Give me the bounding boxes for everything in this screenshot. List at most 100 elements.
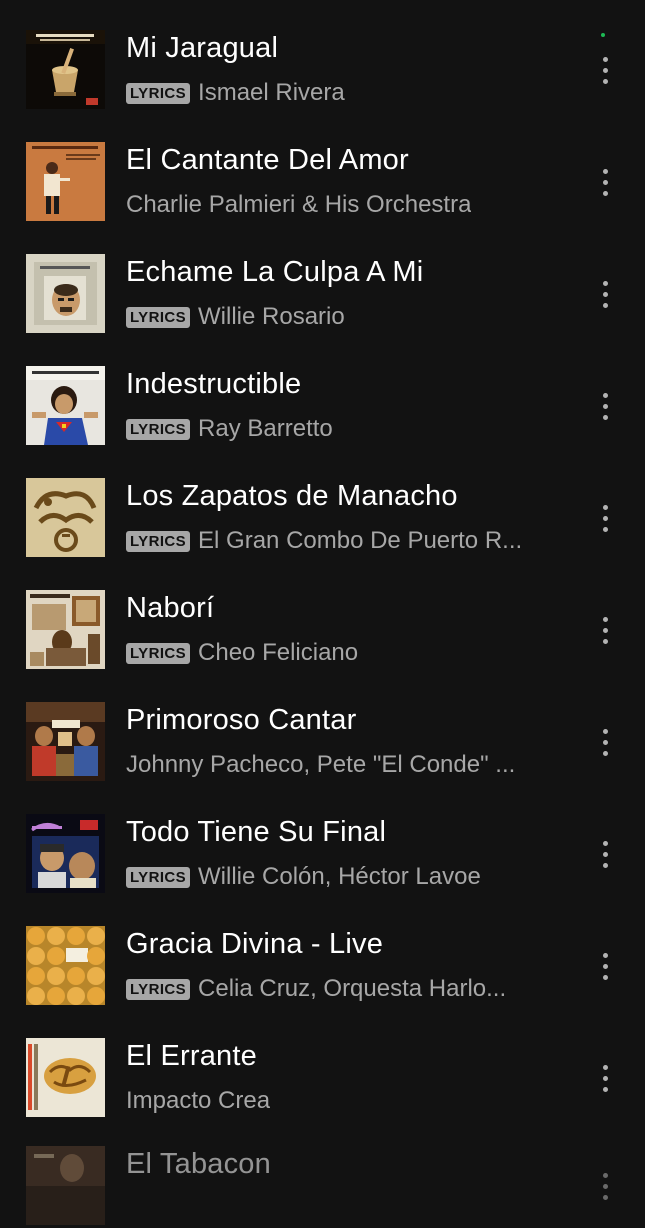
track-artist[interactable]: Johnny Pacheco, Pete "El Conde" ... <box>126 750 515 780</box>
track-title: El Tabacon <box>126 1148 271 1180</box>
track-title: Naborí <box>126 592 215 624</box>
dot <box>602 414 608 420</box>
album-cover-echame-la-culpa-icon <box>26 254 105 333</box>
dot <box>602 616 608 622</box>
track-subtitle: Charlie Palmieri & His Orchestra <box>126 190 566 220</box>
more-options-icon[interactable] <box>590 724 620 760</box>
track-row[interactable]: Todo Tiene Su Final LYRICS Willie Colón,… <box>0 784 645 896</box>
dot <box>602 78 608 84</box>
dot <box>602 280 608 286</box>
dot <box>602 302 608 308</box>
dot <box>602 179 608 185</box>
dot <box>602 1075 608 1081</box>
track-subtitle: LYRICS Willie Rosario <box>126 302 566 332</box>
dot <box>602 515 608 521</box>
track-title: Los Zapatos de Manacho <box>126 480 458 512</box>
dot <box>602 67 608 73</box>
album-cover-mi-jaragual-icon <box>26 30 105 109</box>
album-cover-pacheco-icon <box>26 702 105 781</box>
track-subtitle: LYRICS Cheo Feliciano <box>126 638 566 668</box>
album-cover-el-cantante-del-amor-icon <box>26 142 105 221</box>
album-cover-el-tabacon-icon <box>26 1146 105 1225</box>
track-subtitle: Johnny Pacheco, Pete "El Conde" ... <box>126 750 566 780</box>
track-title: El Cantante Del Amor <box>126 144 409 176</box>
track-title: Gracia Divina - Live <box>126 928 384 960</box>
track-row[interactable]: Los Zapatos de Manacho LYRICS El Gran Co… <box>0 448 645 560</box>
dot <box>602 1183 608 1189</box>
more-options-icon[interactable] <box>590 500 620 536</box>
track-title: Indestructible <box>126 368 302 400</box>
track-subtitle: LYRICS Ismael Rivera <box>126 78 566 108</box>
album-cover-lo-mato-icon <box>26 814 105 893</box>
track-row[interactable]: El Cantante Del Amor Charlie Palmieri & … <box>0 112 645 224</box>
album-cover-el-gran-combo-icon <box>26 478 105 557</box>
dot <box>602 750 608 756</box>
dot <box>602 1194 608 1200</box>
track-artist[interactable]: Celia Cruz, Orquesta Harlo... <box>198 974 506 1004</box>
track-subtitle: LYRICS Willie Colón, Héctor Lavoe <box>126 862 566 892</box>
track-artist[interactable]: Ismael Rivera <box>198 78 345 108</box>
more-options-icon[interactable] <box>590 1168 620 1204</box>
more-options-icon[interactable] <box>590 948 620 984</box>
dot <box>602 1064 608 1070</box>
more-options-icon[interactable] <box>590 52 620 88</box>
more-options-icon[interactable] <box>590 1060 620 1096</box>
album-cover-impacto-crea-icon <box>26 1038 105 1117</box>
lyrics-badge: LYRICS <box>126 978 191 1000</box>
lyrics-badge: LYRICS <box>126 866 191 888</box>
dot <box>602 638 608 644</box>
dot <box>602 840 608 846</box>
track-title: Primoroso Cantar <box>126 704 357 736</box>
track-row[interactable]: Gracia Divina - Live LYRICS Celia Cruz, … <box>0 896 645 1008</box>
dot <box>602 862 608 868</box>
track-subtitle: LYRICS Ray Barretto <box>126 414 566 444</box>
more-options-icon[interactable] <box>590 388 620 424</box>
dot <box>602 403 608 409</box>
dot <box>602 168 608 174</box>
dot <box>602 1086 608 1092</box>
track-artist[interactable]: Willie Rosario <box>198 302 345 332</box>
more-options-icon[interactable] <box>590 836 620 872</box>
dot <box>602 504 608 510</box>
track-artist[interactable]: Cheo Feliciano <box>198 638 358 668</box>
dot <box>602 974 608 980</box>
dot <box>602 1172 608 1178</box>
track-subtitle: Impacto Crea <box>126 1086 566 1116</box>
track-subtitle: LYRICS Celia Cruz, Orquesta Harlo... <box>126 974 566 1004</box>
dot <box>602 728 608 734</box>
album-cover-indestructible-icon <box>26 366 105 445</box>
track-artist[interactable]: Ray Barretto <box>198 414 333 444</box>
dot <box>602 291 608 297</box>
scroll-indicator <box>601 33 605 37</box>
track-artist[interactable]: Willie Colón, Héctor Lavoe <box>198 862 481 892</box>
track-artist[interactable]: El Gran Combo De Puerto R... <box>198 526 522 556</box>
track-row[interactable]: Naborí LYRICS Cheo Feliciano <box>0 560 645 672</box>
track-title: Echame La Culpa A Mi <box>126 256 424 288</box>
dot <box>602 851 608 857</box>
more-options-icon[interactable] <box>590 276 620 312</box>
lyrics-badge: LYRICS <box>126 642 191 664</box>
dot <box>602 526 608 532</box>
track-artist[interactable]: Impacto Crea <box>126 1086 270 1116</box>
dot <box>602 627 608 633</box>
track-row[interactable]: Indestructible LYRICS Ray Barretto <box>0 336 645 448</box>
album-cover-cheo-feliciano-icon <box>26 590 105 669</box>
dot <box>602 952 608 958</box>
dot <box>602 392 608 398</box>
track-row[interactable]: Mi Jaragual LYRICS Ismael Rivera <box>0 0 645 112</box>
track-row[interactable]: El Errante Impacto Crea <box>0 1008 645 1120</box>
dot <box>602 963 608 969</box>
track-row[interactable]: Primoroso Cantar Johnny Pacheco, Pete "E… <box>0 672 645 784</box>
track-title: El Errante <box>126 1040 257 1072</box>
more-options-icon[interactable] <box>590 164 620 200</box>
track-title: Todo Tiene Su Final <box>126 816 387 848</box>
dot <box>602 56 608 62</box>
track-artist[interactable]: Charlie Palmieri & His Orchestra <box>126 190 471 220</box>
track-subtitle: LYRICS El Gran Combo De Puerto R... <box>126 526 566 556</box>
more-options-icon[interactable] <box>590 612 620 648</box>
track-row[interactable]: El Tabacon <box>0 1116 645 1228</box>
dot <box>602 190 608 196</box>
track-row[interactable]: Echame La Culpa A Mi LYRICS Willie Rosar… <box>0 224 645 336</box>
dot <box>602 739 608 745</box>
track-title: Mi Jaragual <box>126 32 279 64</box>
